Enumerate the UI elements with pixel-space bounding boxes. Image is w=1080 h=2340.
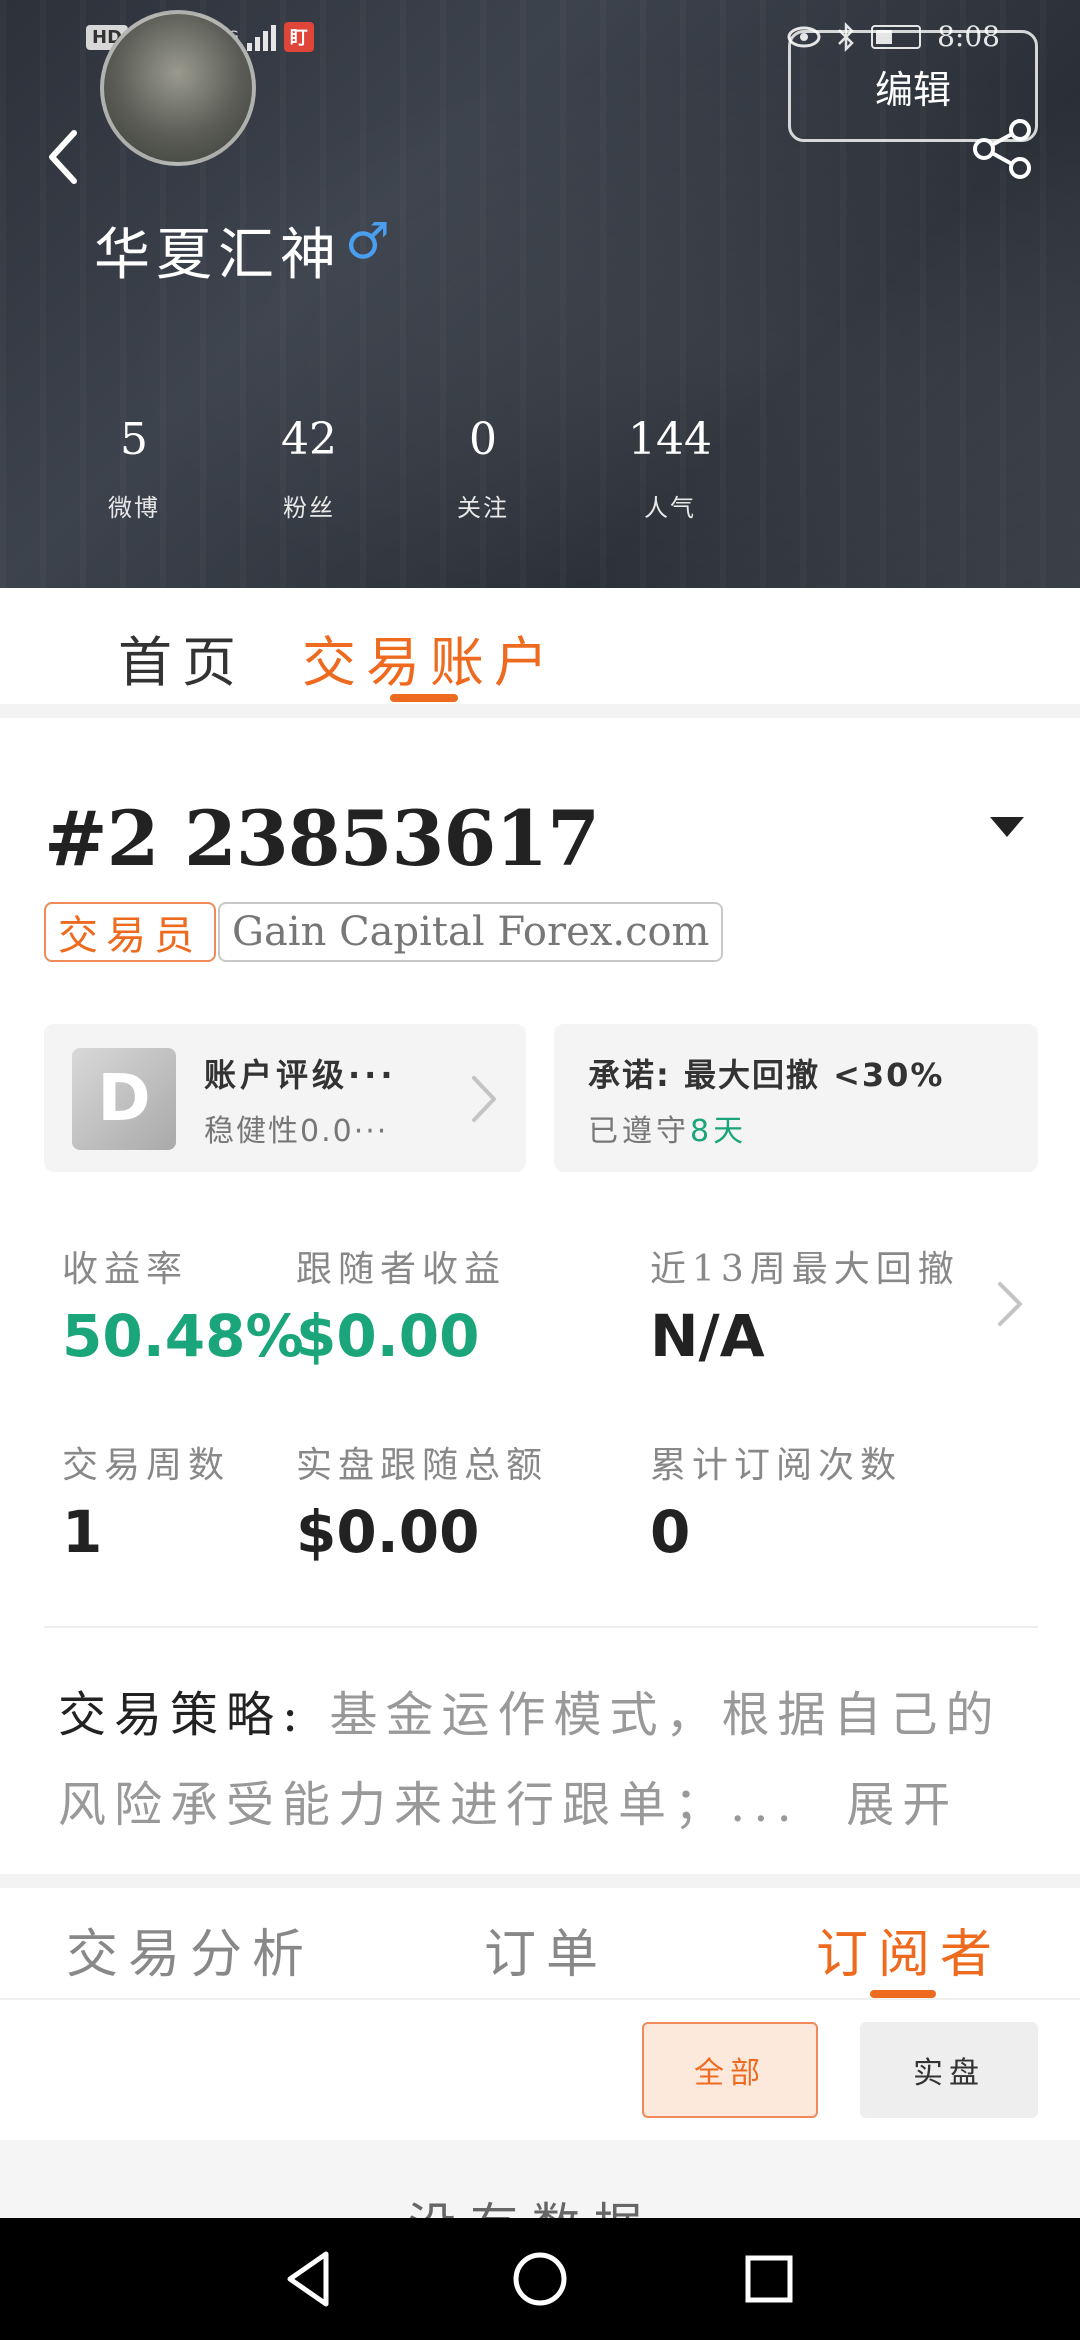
tab-trading-account[interactable]: 交易账户 [302,618,558,697]
expand-link[interactable]: 展开 [846,1777,958,1833]
metric-total-subscriptions: 累计订阅次数 0 [650,1436,902,1566]
chevron-right-icon[interactable] [996,1280,1024,1328]
stat-popularity[interactable]: 144 人气 [590,410,750,523]
home-circle-icon[interactable] [507,2246,573,2312]
active-tab-indicator [870,1990,936,1998]
metric-label: 跟随者收益 [296,1249,507,1290]
section-divider [0,1874,1080,1888]
app-notification-icon: 盯 [283,22,314,52]
metric-value: 50.48% [62,1302,304,1370]
main-tab-bar: 首页 交易账户 [0,588,1080,704]
stat-value: 0 [469,414,497,465]
promise-card[interactable]: 承诺: 最大回撤 <30% 已遵守8天 [554,1024,1038,1172]
username: 华夏汇神 [94,223,342,288]
profile-header: HD 2 4G 4G 盯 8:08 编辑 华夏汇神 ♂ 5 微博 [0,0,1080,588]
metric-follower-return: 跟随者收益 $0.00 [296,1240,506,1370]
promise-kept: 已遵守8天 [588,1106,747,1150]
filter-all-button[interactable]: 全部 [642,2022,818,2118]
account-rating-card[interactable]: D 账户评级··· 稳健性0.0··· [44,1024,526,1172]
metric-label: 收益率 [62,1249,189,1290]
rating-subtitle: 稳健性0.0··· [204,1114,389,1149]
divider [44,1626,1038,1628]
strategy-label: 交易策略: [58,1687,307,1743]
metric-label: 近13周最大回撤 [650,1249,960,1290]
rating-badge: D [72,1048,176,1150]
promise-kept-days: 8天 [690,1114,748,1149]
metric-value: 0 [650,1498,691,1566]
tab-orders[interactable]: 订单 [484,1912,608,1987]
trading-strategy: 交易策略: 基金运作模式，根据自己的风险承受能力来进行跟单；... 展开 [58,1670,1028,1850]
stat-label: 微博 [108,494,160,522]
stat-value: 144 [628,414,712,465]
metric-real-follow-total: 实盘跟随总额 $0.00 [296,1436,548,1566]
back-arrow-icon[interactable] [40,125,88,189]
promise-title: 承诺: 最大回撤 <30% [588,1056,945,1094]
broker-tag: Gain Capital Forex.com [218,902,724,962]
stat-label: 粉丝 [283,494,335,522]
metric-value: N/A [650,1302,765,1370]
profile-stats: 5 微博 42 粉丝 0 关注 144 人气 [0,410,760,540]
avatar[interactable] [100,10,256,166]
stat-fans[interactable]: 42 粉丝 [229,410,389,523]
metric-label: 累计订阅次数 [650,1445,903,1486]
share-icon[interactable] [970,118,1036,180]
metric-value: 1 [62,1498,103,1566]
stat-value: 5 [120,414,148,465]
account-number: #2 23853617 [44,794,600,883]
back-triangle-icon[interactable] [276,2246,342,2312]
stat-weibo[interactable]: 5 微博 [54,410,214,523]
caret-down-icon[interactable] [988,815,1026,839]
chevron-right-icon [472,1076,496,1122]
stat-value: 42 [281,414,337,465]
tab-trading-analysis[interactable]: 交易分析 [66,1912,314,1987]
filter-real-button[interactable]: 实盘 [860,2022,1038,2118]
tab-home[interactable]: 首页 [118,618,246,697]
active-tab-indicator [390,694,458,702]
metric-label: 实盘跟随总额 [296,1445,549,1486]
section-divider [0,704,1080,718]
rating-title: 账户评级··· [204,1056,397,1094]
stat-label: 关注 [457,494,509,522]
metric-value: $0.00 [296,1498,480,1566]
metric-value: $0.00 [296,1302,480,1370]
metric-label: 交易周数 [62,1445,231,1486]
recent-apps-square-icon[interactable] [736,2246,802,2312]
male-gender-icon: ♂ [345,212,390,270]
metric-return-rate: 收益率 50.48% [62,1240,304,1370]
promise-kept-prefix: 已遵守 [588,1114,690,1149]
tab-subscribers[interactable]: 订阅者 [816,1912,1002,1987]
metric-trading-weeks: 交易周数 1 [62,1436,230,1566]
divider [0,1998,1080,2000]
stat-following[interactable]: 0 关注 [403,410,563,523]
stat-label: 人气 [644,494,696,522]
system-navigation-bar [0,2218,1080,2340]
role-tag: 交易员 [44,902,216,962]
metric-max-drawdown[interactable]: 近13周最大回撤 N/A [650,1240,960,1370]
signal-icon [246,23,276,51]
